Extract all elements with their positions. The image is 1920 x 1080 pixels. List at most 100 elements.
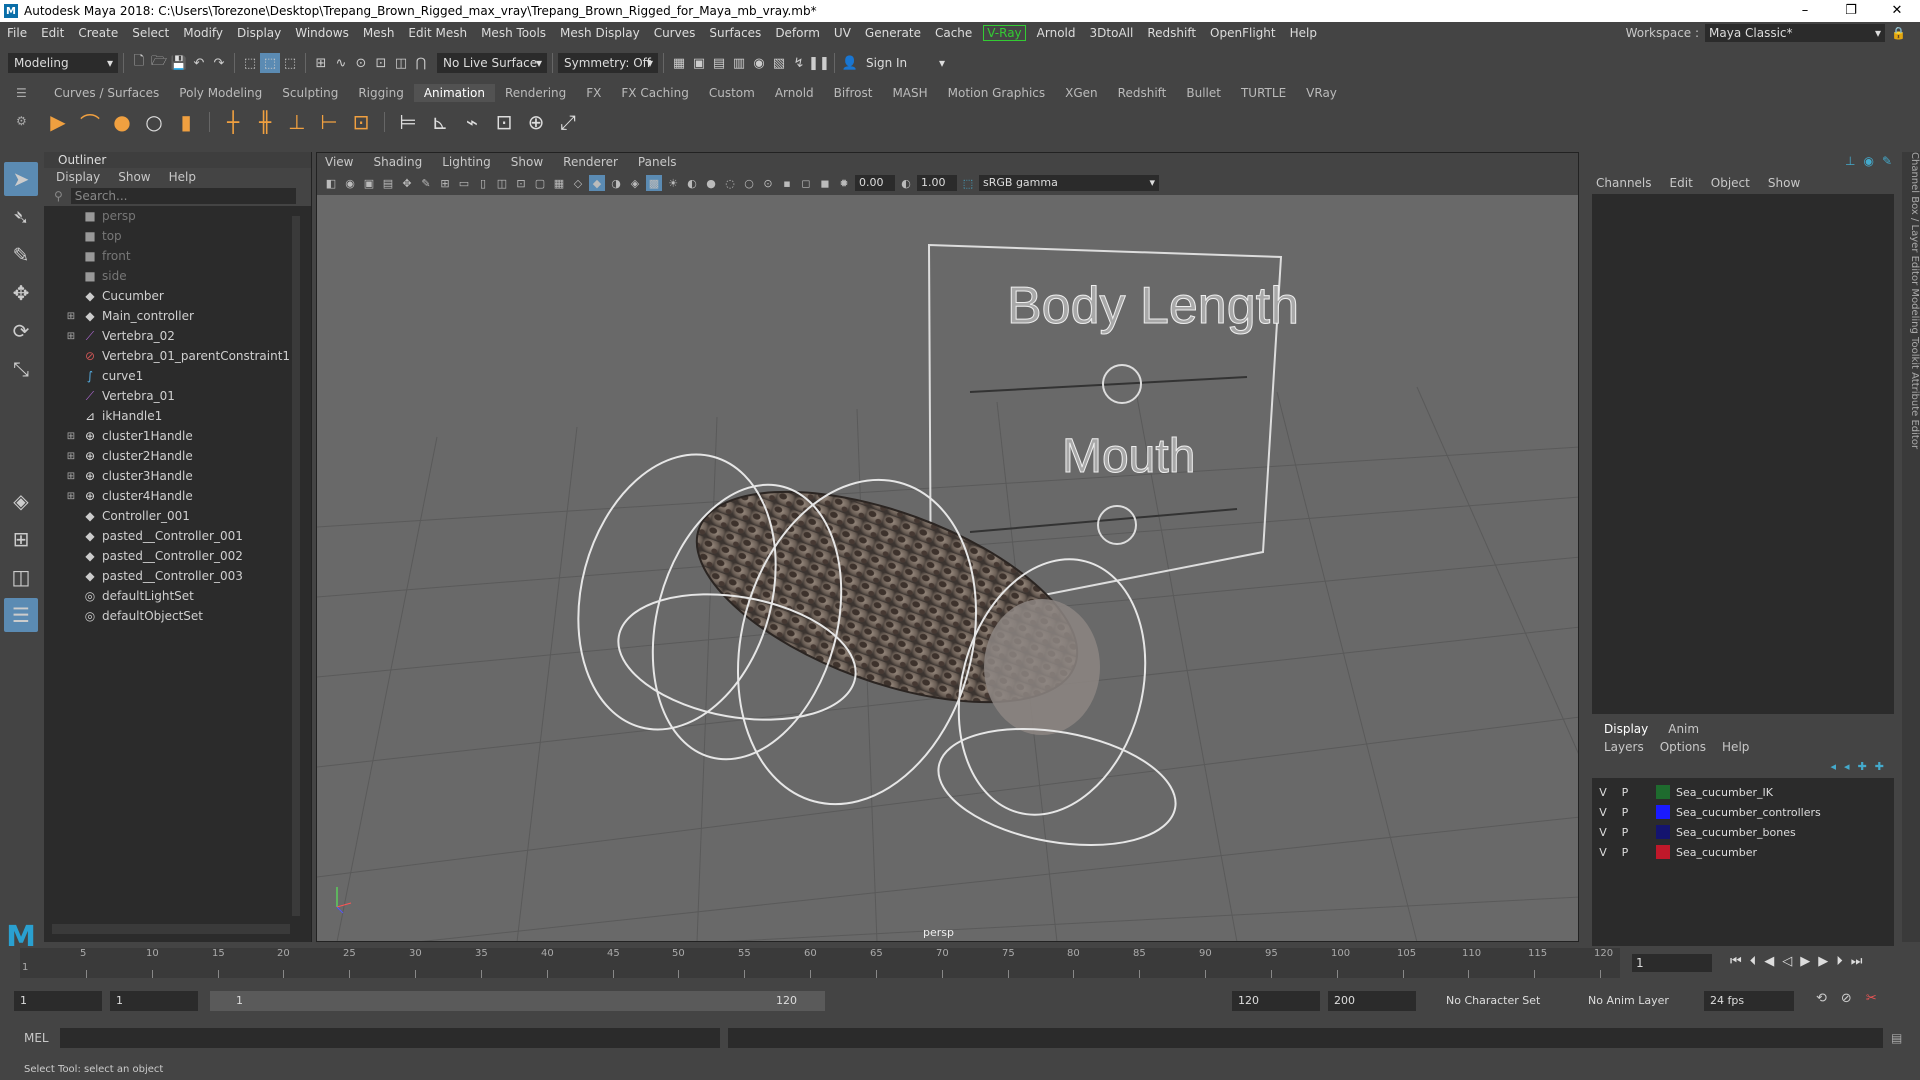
step-back-key-icon[interactable]: ⏴ bbox=[1750, 954, 1757, 969]
layer-tab-anim[interactable]: Anim bbox=[1668, 720, 1699, 738]
shelf-tab-curves-surfaces[interactable]: Curves / Surfaces bbox=[44, 84, 169, 102]
layer-tab-display[interactable]: Display bbox=[1604, 720, 1648, 738]
menu-openflight[interactable]: OpenFlight bbox=[1203, 26, 1283, 40]
menu-mesh-display[interactable]: Mesh Display bbox=[553, 26, 647, 40]
outliner-search-input[interactable]: Search... bbox=[70, 188, 296, 204]
scale-tool-icon[interactable]: ⤡ bbox=[4, 352, 38, 386]
snap-magnet-icon[interactable]: ⋂ bbox=[411, 53, 431, 73]
anti-alias-icon[interactable]: ○ bbox=[741, 175, 757, 191]
snap-curve-icon[interactable]: ∿ bbox=[331, 53, 351, 73]
outliner-item[interactable]: ◆ Cucumber bbox=[44, 286, 311, 306]
select-component-icon[interactable]: ⬚ bbox=[280, 53, 300, 73]
constraint-parent-icon[interactable]: ⊨ bbox=[394, 108, 422, 136]
field-chart-icon[interactable]: ⊡ bbox=[513, 175, 529, 191]
expand-icon[interactable]: ⊞ bbox=[64, 471, 78, 482]
menu-select[interactable]: Select bbox=[125, 26, 176, 40]
wireframe-on-shaded-icon[interactable]: ◈ bbox=[627, 175, 643, 191]
loop-icon[interactable]: ⟲ bbox=[1816, 991, 1827, 1006]
shelf-tab-rigging[interactable]: Rigging bbox=[348, 84, 413, 102]
expand-icon[interactable]: ⊞ bbox=[64, 491, 78, 502]
layer-row[interactable]: V P Sea_cucumber_controllers bbox=[1592, 802, 1894, 822]
current-frame-field[interactable]: 1 bbox=[1632, 954, 1712, 972]
shelf-settings-icon[interactable]: ⚙ bbox=[16, 114, 44, 128]
menu-edit-mesh[interactable]: Edit Mesh bbox=[401, 26, 474, 40]
move-layer-up-icon[interactable]: ◂ bbox=[1831, 760, 1837, 773]
play-back-icon[interactable]: ◁ bbox=[1782, 954, 1792, 969]
viewport-menu-panels[interactable]: Panels bbox=[638, 153, 677, 171]
layer-playback-toggle[interactable]: P bbox=[1614, 846, 1636, 859]
mouth-slider-handle[interactable] bbox=[1097, 505, 1137, 545]
move-layer-down-icon[interactable]: ◂ bbox=[1844, 760, 1850, 773]
menu-mesh-tools[interactable]: Mesh Tools bbox=[474, 26, 553, 40]
menu-edit[interactable]: Edit bbox=[34, 26, 71, 40]
default-material-icon[interactable]: ◑ bbox=[608, 175, 624, 191]
menu-deform[interactable]: Deform bbox=[768, 26, 827, 40]
shadows-icon[interactable]: ◐ bbox=[684, 175, 700, 191]
minimize-button[interactable]: – bbox=[1782, 0, 1828, 22]
wireframe-icon[interactable]: ◇ bbox=[570, 175, 586, 191]
tool-settings-toggle-icon[interactable]: ✎ bbox=[1882, 154, 1892, 168]
select-hierarchy-icon[interactable]: ⬚ bbox=[240, 53, 260, 73]
close-button[interactable]: ✕ bbox=[1874, 0, 1920, 22]
menu-arnold[interactable]: Arnold bbox=[1030, 26, 1083, 40]
outliner-menu-help[interactable]: Help bbox=[169, 168, 196, 186]
layer-visibility-toggle[interactable]: V bbox=[1592, 846, 1614, 859]
shelf-tab-fx-caching[interactable]: FX Caching bbox=[611, 84, 698, 102]
outliner-item[interactable]: ◆ pasted__Controller_001 bbox=[44, 526, 311, 546]
outliner-item[interactable]: ■ front bbox=[44, 246, 311, 266]
smooth-shade-icon[interactable]: ◆ bbox=[589, 175, 605, 191]
ghost-icon[interactable]: ● bbox=[108, 108, 136, 136]
new-scene-icon[interactable]: 🗋 bbox=[129, 53, 149, 73]
new-layer-selected-icon[interactable]: ✚ bbox=[1875, 760, 1884, 773]
shelf-tab-sculpting[interactable]: Sculpting bbox=[272, 84, 348, 102]
color-management-icon[interactable]: ⬚ bbox=[960, 175, 976, 191]
film-gate-icon[interactable]: ▭ bbox=[456, 175, 472, 191]
time-ruler[interactable]: 1 5 10 15 20 25 30 35 40 45 50 55 60 65 70 75 80 85 90 95 10… bbox=[20, 948, 1620, 978]
layer-menu-help[interactable]: Help bbox=[1722, 738, 1749, 756]
script-editor-icon[interactable]: ▤ bbox=[1891, 1031, 1902, 1045]
save-scene-icon[interactable]: 💾 bbox=[169, 53, 189, 73]
end-time-field[interactable]: 200 bbox=[1328, 991, 1416, 1011]
layer-menu-layers[interactable]: Layers bbox=[1604, 738, 1644, 756]
new-layer-icon[interactable]: ✚ bbox=[1858, 760, 1867, 773]
layer-visibility-toggle[interactable]: V bbox=[1592, 826, 1614, 839]
lights-icon[interactable]: ☀ bbox=[665, 175, 681, 191]
layer-row[interactable]: V P Sea_cucumber bbox=[1592, 842, 1894, 862]
outliner-item[interactable]: ⊞ ⊕ cluster3Handle bbox=[44, 466, 311, 486]
textured-icon[interactable]: ▩ bbox=[646, 175, 662, 191]
step-back-frame-icon[interactable]: ◀ bbox=[1764, 954, 1774, 969]
render-settings-icon[interactable]: ▥ bbox=[729, 53, 749, 73]
colorspace-dropdown[interactable]: sRGB gamma bbox=[979, 175, 1159, 191]
playback-start-field[interactable]: 1 bbox=[110, 991, 198, 1011]
shelf-tab-redshift[interactable]: Redshift bbox=[1108, 84, 1177, 102]
outliner-item[interactable]: ⟋ Vertebra_01 bbox=[44, 386, 311, 406]
lock-icon[interactable]: 🔒 bbox=[1891, 26, 1906, 40]
menu-display[interactable]: Display bbox=[230, 26, 288, 40]
unghost-icon[interactable]: ○ bbox=[140, 108, 168, 136]
constraint-point-icon[interactable]: ⊾ bbox=[426, 108, 454, 136]
step-forward-frame-icon[interactable]: ▶ bbox=[1818, 954, 1828, 969]
shelf-tab-animation[interactable]: Animation bbox=[413, 84, 495, 102]
vray-render-icon[interactable]: ▧ bbox=[769, 53, 789, 73]
outliner-item[interactable]: ⊞ ⊕ cluster4Handle bbox=[44, 486, 311, 506]
set-key-icon[interactable]: ▮ bbox=[172, 108, 200, 136]
shelf-tab-arnold[interactable]: Arnold bbox=[765, 84, 824, 102]
start-time-field[interactable]: 1 bbox=[14, 991, 102, 1011]
layer-color-swatch[interactable] bbox=[1656, 845, 1670, 859]
isolate-select-icon[interactable]: ▪ bbox=[779, 175, 795, 191]
fps-dropdown[interactable]: 24 fps bbox=[1704, 991, 1794, 1011]
outliner-item[interactable]: ∫ curve1 bbox=[44, 366, 311, 386]
go-to-start-icon[interactable]: ⏮ bbox=[1730, 954, 1742, 969]
menu-uv[interactable]: UV bbox=[827, 26, 858, 40]
ipr-render-icon[interactable]: ▤ bbox=[709, 53, 729, 73]
outliner-item[interactable]: ⊿ ikHandle1 bbox=[44, 406, 311, 426]
snap-view-icon[interactable]: ⊡ bbox=[371, 53, 391, 73]
grid-icon[interactable]: ⊞ bbox=[437, 175, 453, 191]
open-scene-icon[interactable]: 🗁 bbox=[149, 53, 169, 73]
hypershade-icon[interactable]: ◉ bbox=[749, 53, 769, 73]
ambient-occlusion-icon[interactable]: ● bbox=[703, 175, 719, 191]
side-tabs[interactable]: Channel Box / Layer Editor Modeling Tool… bbox=[1902, 152, 1920, 942]
resolution-gate-icon[interactable]: ▯ bbox=[475, 175, 491, 191]
expand-icon[interactable]: ⊞ bbox=[64, 451, 78, 462]
shelf-tab-bullet[interactable]: Bullet bbox=[1176, 84, 1231, 102]
